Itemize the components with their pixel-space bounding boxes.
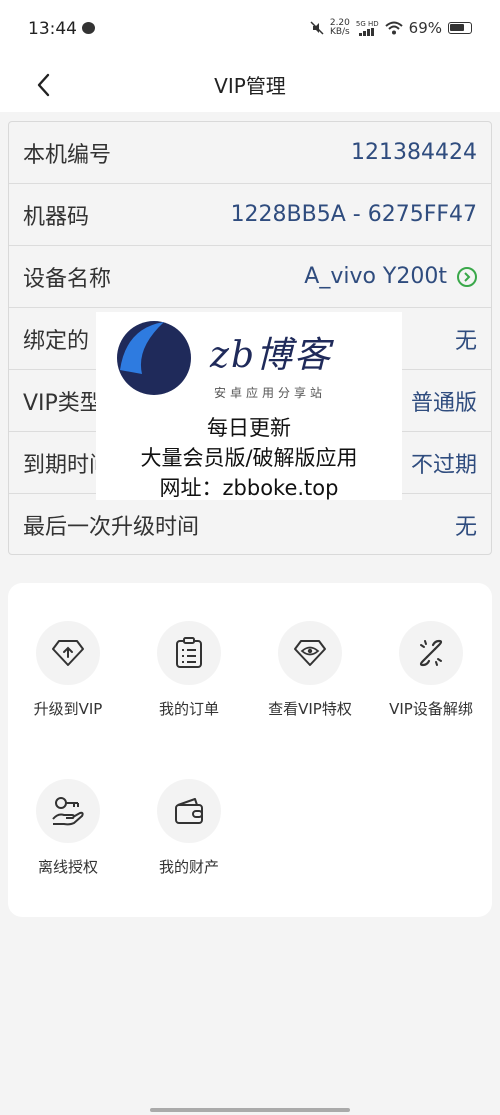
status-indicators: 2.20 KB/s 5G HD 69%: [310, 19, 472, 37]
status-time: 13:44: [28, 19, 77, 39]
order-list-icon: [157, 621, 221, 685]
mute-icon: [310, 21, 324, 35]
diamond-upgrade-icon: [36, 621, 100, 685]
info-row-last-upgrade: 最后一次升级时间 无: [9, 494, 491, 554]
my-orders-label: 我的订单: [158, 700, 219, 718]
watermark-overlay: zb博客 安卓应用分享站 每日更新 大量会员版/破解版应用 网址：zbboke.…: [96, 312, 402, 500]
signal-indicator: 5G HD: [356, 20, 379, 36]
info-row-machine-code: 机器码 1228BB5A - 6275FF47: [9, 184, 491, 246]
action-grid: 升级到VIP 我的订单 查看VIP特权 VIP设备解绑 离线授权 我的财产: [8, 583, 492, 917]
signal-bars-icon: [359, 28, 375, 36]
device-name-value-wrap: A_vivo Y200t: [304, 264, 477, 289]
battery-icon: [448, 22, 472, 34]
last-upgrade-value: 无: [454, 515, 477, 540]
last-upgrade-label: 最后一次升级时间: [23, 515, 200, 540]
upgrade-vip-label: 升级到VIP: [33, 700, 103, 718]
vip-type-value: 普通版: [410, 390, 477, 416]
view-vip-privileges-button[interactable]: 查看VIP特权: [251, 621, 369, 719]
page-title: VIP管理: [214, 74, 286, 98]
device-id-label: 本机编号: [23, 142, 112, 168]
wallet-icon: [157, 779, 221, 843]
watermark-logo-icon: [117, 321, 191, 395]
vip-type-label: VIP类型: [23, 390, 102, 416]
offline-authorization-button[interactable]: 离线授权: [9, 779, 127, 877]
network-type: 5G HD: [355, 20, 379, 28]
home-indicator[interactable]: [150, 1108, 350, 1112]
expiry-value: 不过期: [410, 452, 477, 478]
watermark-subtitle: 安卓应用分享站: [214, 386, 327, 400]
upgrade-vip-button[interactable]: 升级到VIP: [9, 621, 127, 719]
info-row-device-id: 本机编号 121384424: [9, 122, 491, 184]
arrow-right-circle-icon[interactable]: [457, 266, 477, 287]
my-assets-button[interactable]: 我的财产: [130, 779, 248, 877]
watermark-line-1: 每日更新: [207, 416, 291, 440]
device-name-value: A_vivo Y200t: [304, 264, 447, 289]
machine-code-value: 1228BB5A - 6275FF47: [230, 202, 477, 227]
unlink-icon: [399, 621, 463, 685]
battery-percent: 69%: [408, 19, 442, 37]
my-assets-label: 我的财产: [158, 858, 219, 876]
vip-device-unbind-button[interactable]: VIP设备解绑: [372, 621, 490, 719]
network-speed: 2.20 KB/s: [330, 19, 350, 37]
device-name-label: 设备名称: [23, 266, 112, 292]
bound-label: 绑定的: [23, 328, 90, 354]
chat-notification-icon: [82, 22, 95, 34]
offline-authorization-label: 离线授权: [37, 858, 98, 876]
nav-bar: VIP管理: [0, 58, 500, 112]
watermark-line-2: 大量会员版/破解版应用: [140, 446, 358, 470]
device-id-value: 121384424: [351, 140, 477, 165]
vip-privilege-eye-icon: [278, 621, 342, 685]
wifi-icon: [384, 21, 403, 35]
watermark-brand: zb博客: [210, 335, 333, 376]
network-speed-unit: KB/s: [329, 27, 350, 37]
machine-code-label: 机器码: [23, 204, 90, 230]
bound-value: 无: [454, 328, 477, 354]
vip-device-unbind-label: VIP设备解绑: [389, 700, 473, 718]
watermark-line-3: 网址：zbboke.top: [159, 476, 339, 500]
view-vip-privileges-label: 查看VIP特权: [268, 700, 352, 718]
status-bar: 13:44 2.20 KB/s 5G HD 69%: [0, 0, 500, 58]
my-orders-button[interactable]: 我的订单: [130, 621, 248, 719]
offline-key-hand-icon: [36, 779, 100, 843]
info-row-device-name[interactable]: 设备名称 A_vivo Y200t: [9, 246, 491, 308]
